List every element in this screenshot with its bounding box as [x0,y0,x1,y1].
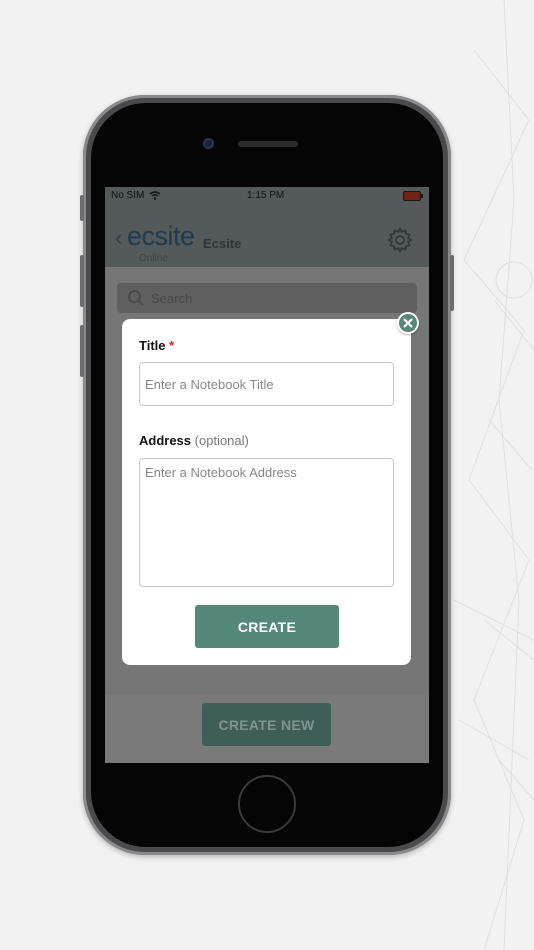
title-input[interactable] [139,362,394,406]
front-camera [203,138,214,149]
close-icon [403,318,413,328]
address-label: Address (optional) [139,433,249,448]
power-button [450,255,454,311]
mute-switch [80,195,84,221]
volume-up-button [80,255,84,307]
address-label-text: Address [139,433,192,448]
close-button[interactable] [397,312,419,334]
address-input[interactable] [139,458,394,587]
optional-hint: (optional) [194,433,249,448]
required-marker: * [169,338,175,353]
background-sketch [453,0,534,950]
earpiece-speaker [238,141,298,147]
create-new-button[interactable]: CREATE NEW [202,703,331,746]
home-button[interactable] [238,775,296,833]
create-button[interactable]: CREATE [195,605,339,648]
title-label-text: Title [139,338,166,353]
title-label: Title * [139,338,174,353]
volume-down-button [80,325,84,377]
